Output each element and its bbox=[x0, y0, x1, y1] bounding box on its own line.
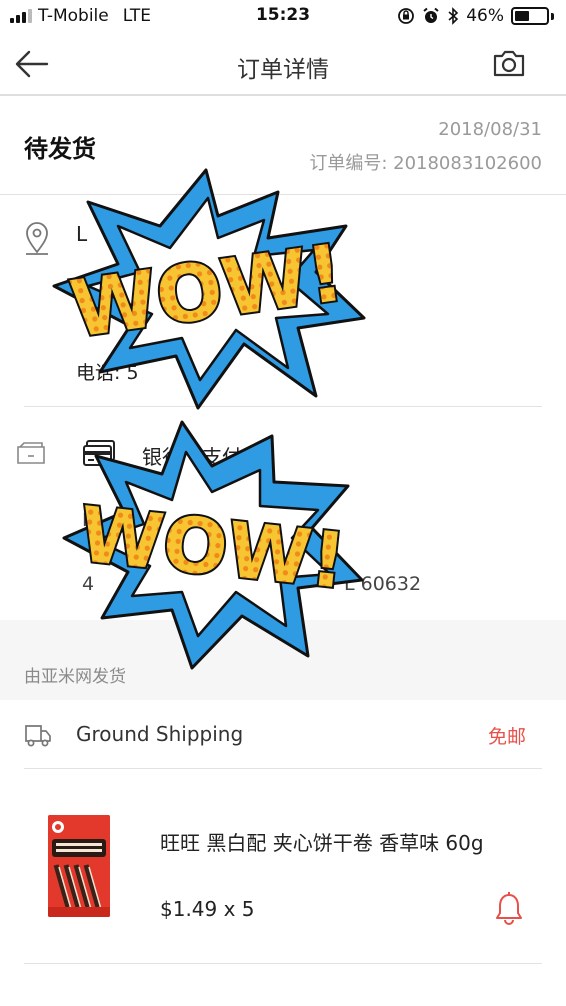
divider bbox=[24, 963, 542, 964]
shipping-fee: 免邮 bbox=[487, 726, 526, 748]
shipping-row[interactable]: Ground Shipping 免邮 bbox=[0, 700, 566, 768]
truck-icon bbox=[25, 725, 51, 747]
battery-icon bbox=[511, 7, 549, 25]
camera-icon[interactable] bbox=[492, 48, 526, 78]
location-icon bbox=[26, 222, 48, 255]
product-thumbnail-art bbox=[48, 815, 110, 917]
shipping-method: Ground Shipping bbox=[76, 722, 244, 746]
product-row[interactable]: 旺旺 黑白配 夹心饼干卷 香草味 60g $1.49 x 5 bbox=[0, 769, 566, 963]
orientation-lock-icon bbox=[398, 8, 415, 24]
order-status: 待发货 bbox=[24, 135, 96, 163]
nav-bar: 订单详情 bbox=[0, 34, 566, 96]
status-right: 46% bbox=[397, 6, 554, 26]
product-image[interactable] bbox=[48, 815, 110, 917]
bell-icon[interactable] bbox=[494, 891, 524, 925]
page-title: 订单详情 bbox=[237, 57, 329, 83]
status-bar: T-Mobile LTE 15:23 46% bbox=[0, 0, 566, 34]
battery-percent: 46% bbox=[466, 6, 504, 26]
product-name: 旺旺 黑白配 夹心饼干卷 香草味 60g bbox=[160, 831, 484, 855]
battery-fill bbox=[515, 11, 529, 21]
wow-text: WOW! bbox=[65, 228, 349, 355]
alarm-icon bbox=[423, 7, 439, 23]
battery-cap bbox=[551, 12, 554, 20]
product-price: $1.49 x 5 bbox=[160, 897, 255, 921]
wow-sticker: WOW! bbox=[52, 168, 366, 410]
order-date: 2018/08/31 bbox=[438, 119, 542, 140]
wow-sticker: WOW! bbox=[62, 420, 364, 670]
wallet-icon bbox=[17, 442, 45, 464]
bluetooth-icon bbox=[448, 7, 459, 25]
